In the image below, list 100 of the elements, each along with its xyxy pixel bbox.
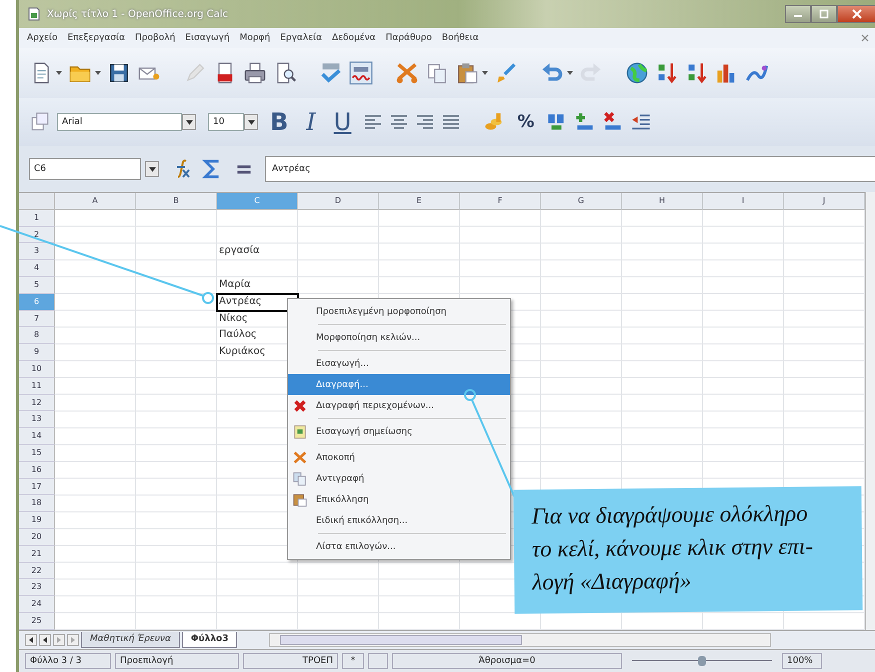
row-header[interactable]: 24 <box>19 596 55 613</box>
row-header[interactable]: 10 <box>19 360 55 378</box>
row-header[interactable]: 9 <box>19 344 55 361</box>
menu-item[interactable]: Μορφή <box>240 33 270 43</box>
caret-icon[interactable] <box>95 71 101 75</box>
font-name-field[interactable]: Arial <box>57 113 182 131</box>
row-header[interactable]: 19 <box>19 512 55 529</box>
menu-item[interactable]: Προβολή <box>135 33 176 43</box>
menu-item-label: Εισαγωγή σημείωσης <box>316 426 412 436</box>
menu-item[interactable]: Διαγραφή... <box>288 374 510 395</box>
menu-item[interactable]: Εργαλεία <box>280 33 322 43</box>
row-header[interactable]: 13 <box>19 411 55 428</box>
styles-icon[interactable] <box>29 111 51 133</box>
printer-icon[interactable] <box>243 61 267 85</box>
column-header[interactable]: G <box>541 193 622 210</box>
row-header[interactable]: 23 <box>19 579 55 596</box>
column-header[interactable]: E <box>379 193 460 210</box>
menu-item[interactable]: Ειδική επικόλληση... <box>288 510 510 531</box>
zoom-slider[interactable] <box>632 654 772 667</box>
row-header[interactable]: 7 <box>19 310 55 328</box>
menu-item[interactable]: Διαγραφή περιεχομένων... <box>288 395 510 416</box>
menu-item[interactable]: Εισαγωγή σημείωσης <box>288 421 510 442</box>
menu-item[interactable]: Αρχείο <box>27 33 58 43</box>
bold-button[interactable]: B <box>264 108 294 136</box>
align-right-icon[interactable] <box>415 113 436 131</box>
row-header[interactable]: 25 <box>19 612 55 630</box>
align-center-icon[interactable] <box>389 113 410 131</box>
menu-item[interactable]: Εισαγωγή... <box>288 353 510 374</box>
save-icon[interactable] <box>107 61 131 85</box>
menu-item[interactable]: Παράθυρο <box>386 33 432 43</box>
align-left-icon[interactable] <box>363 113 384 131</box>
row-header[interactable]: 22 <box>19 562 55 580</box>
menu-item-label: Λίστα επιλογών... <box>316 542 396 552</box>
row-header[interactable]: 3 <box>19 243 55 260</box>
caret-icon <box>186 120 192 124</box>
column-header[interactable]: D <box>298 193 379 210</box>
autospell-icon[interactable] <box>349 61 373 85</box>
maximize-button[interactable] <box>811 5 837 23</box>
clipboard-icon[interactable] <box>455 61 479 85</box>
column-header[interactable]: H <box>622 193 703 210</box>
menu-item[interactable]: Επεξεργασία <box>68 33 126 43</box>
menu-item[interactable]: Δεδομένα <box>332 33 376 43</box>
menu-item[interactable]: Μορφοποίηση κελιών... <box>288 327 510 348</box>
row-header[interactable]: 8 <box>19 327 55 344</box>
previous-sheet-button[interactable] <box>25 634 37 646</box>
dropdown-button[interactable] <box>244 114 258 130</box>
row-header[interactable]: 20 <box>19 528 55 546</box>
formula-input[interactable]: Αντρέας <box>265 156 875 182</box>
caret-icon[interactable] <box>567 71 573 75</box>
document-icon <box>27 7 41 21</box>
row-header[interactable]: 12 <box>19 394 55 412</box>
menu-item[interactable]: Βοήθεια <box>442 33 479 43</box>
font-size-field[interactable]: 10 <box>208 113 244 131</box>
row-header[interactable]: 18 <box>19 495 55 512</box>
sheet-tab[interactable]: Μαθητική Έρευνα <box>81 632 180 648</box>
menu-item-label: Αποκοπή <box>316 452 356 462</box>
menu-item-label: Εισαγωγή... <box>316 358 369 368</box>
column-header[interactable]: I <box>703 193 784 210</box>
italic-button[interactable]: I <box>300 108 322 136</box>
cell-text: Μαρία <box>218 278 251 292</box>
row-header[interactable]: 21 <box>19 546 55 563</box>
column-header[interactable]: B <box>136 193 217 210</box>
row-header[interactable]: 14 <box>19 428 55 445</box>
percent-button[interactable]: % <box>511 112 540 132</box>
spellcheck-icon[interactable] <box>319 61 343 85</box>
scissors-icon[interactable] <box>395 61 419 85</box>
underline-button[interactable]: U <box>328 108 358 136</box>
row-header[interactable]: 4 <box>19 260 55 277</box>
row-header[interactable]: 16 <box>19 462 55 479</box>
caret-icon[interactable] <box>482 71 488 75</box>
globe-icon[interactable] <box>625 61 649 85</box>
row-header[interactable]: 17 <box>19 478 55 496</box>
column-header[interactable]: F <box>460 193 541 210</box>
copy-icon[interactable] <box>425 61 449 85</box>
previous-sheet-button[interactable] <box>39 634 51 646</box>
close-button[interactable] <box>837 5 875 23</box>
dropdown-button[interactable] <box>145 161 159 177</box>
menu-item[interactable]: Εισαγωγή <box>185 33 230 43</box>
sheet-tab[interactable]: Φύλλο3 <box>182 632 238 648</box>
row-header[interactable]: 11 <box>19 378 55 395</box>
dropdown-button[interactable] <box>182 114 196 130</box>
row-header[interactable]: 5 <box>19 276 55 294</box>
menu-item[interactable]: Επικόλληση <box>288 489 510 510</box>
justify-icon[interactable] <box>441 113 462 131</box>
minimize-button[interactable] <box>785 5 811 23</box>
close-icon[interactable] <box>861 34 869 42</box>
cell-text: Παύλος <box>218 328 257 342</box>
menu-item[interactable]: Λίστα επιλογών... <box>288 536 510 557</box>
column-header[interactable]: J <box>784 193 865 210</box>
row-header[interactable]: 15 <box>19 444 55 462</box>
slider-thumb[interactable] <box>698 656 706 666</box>
horizontal-scrollbar[interactable] <box>269 632 772 647</box>
caret-icon <box>148 166 156 172</box>
column-header[interactable]: A <box>55 193 136 210</box>
row-header[interactable]: 1 <box>19 210 55 227</box>
name-box[interactable]: C6 <box>29 158 141 180</box>
caret-icon[interactable] <box>56 71 62 75</box>
close-icon <box>852 9 862 19</box>
menu-item[interactable]: Αποκοπή <box>288 447 510 468</box>
menu-item[interactable]: Αντιγραφή <box>288 468 510 489</box>
